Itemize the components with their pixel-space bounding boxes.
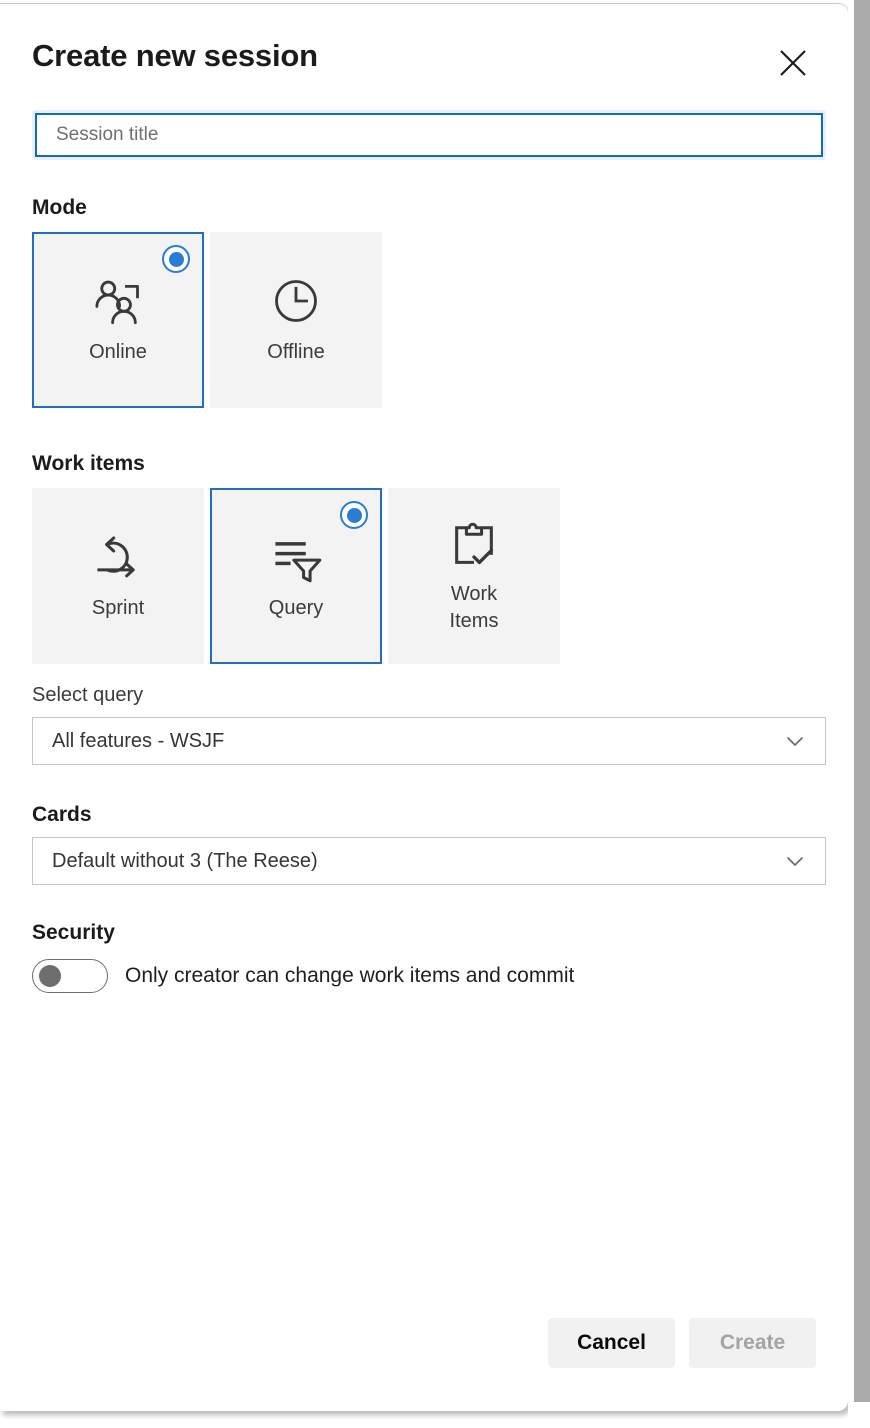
radio-selected-icon xyxy=(162,245,190,273)
cards-section: Cards Default without 3 (The Reese) xyxy=(32,803,826,885)
select-query-dropdown[interactable]: All features - WSJF xyxy=(32,717,826,765)
people-group-icon xyxy=(91,274,145,328)
security-toggle[interactable] xyxy=(32,959,108,993)
security-heading: Security xyxy=(32,921,115,944)
sprint-loop-icon xyxy=(91,531,145,585)
session-title-input[interactable] xyxy=(35,113,823,157)
filter-lines-icon xyxy=(269,531,323,585)
cards-value: Default without 3 (The Reese) xyxy=(52,849,318,872)
work-items-section: Work items Sprint Query Work Items Selec… xyxy=(32,452,826,765)
close-icon xyxy=(778,48,808,78)
mode-option-online[interactable]: Online xyxy=(32,232,204,408)
session-title-field-wrap xyxy=(32,110,826,160)
create-button[interactable]: Create xyxy=(689,1318,816,1368)
security-section: Security Only creator can change work it… xyxy=(32,921,816,993)
close-button[interactable] xyxy=(770,40,816,86)
create-session-dialog: Create new session Mode xyxy=(0,3,848,1411)
security-toggle-label: Only creator can change work items and c… xyxy=(125,964,575,987)
clock-icon xyxy=(269,274,323,328)
clipboard-check-icon xyxy=(447,517,501,571)
work-items-option-label: Sprint xyxy=(91,596,145,619)
dialog-header: Create new session xyxy=(32,4,816,108)
work-items-options: Sprint Query Work Items xyxy=(32,488,816,664)
cards-heading: Cards xyxy=(32,803,92,826)
security-toggle-row: Only creator can change work items and c… xyxy=(32,959,816,993)
work-items-option-label: Query xyxy=(268,596,324,619)
scrollbar-track[interactable] xyxy=(848,0,870,1428)
mode-heading: Mode xyxy=(32,196,87,219)
cards-dropdown[interactable]: Default without 3 (The Reese) xyxy=(32,837,826,885)
screen-root: Create new session Mode xyxy=(0,0,870,1428)
mode-options: Online Offline xyxy=(32,232,816,408)
cancel-button[interactable]: Cancel xyxy=(548,1318,675,1368)
work-items-option-query[interactable]: Query xyxy=(210,488,382,664)
page-title: Create new session xyxy=(32,38,318,73)
work-items-option-label: Work Items xyxy=(449,583,499,632)
chevron-down-icon xyxy=(783,729,807,753)
toggle-thumb xyxy=(39,965,61,987)
mode-option-offline[interactable]: Offline xyxy=(210,232,382,408)
work-items-option-work-items[interactable]: Work Items xyxy=(388,488,560,664)
mode-option-label: Online xyxy=(89,341,147,363)
dialog-footer: Cancel Create xyxy=(548,1318,816,1368)
chevron-down-icon xyxy=(783,849,807,873)
scrollbar-thumb[interactable] xyxy=(854,0,870,1402)
radio-selected-icon xyxy=(340,501,368,529)
select-query-value: All features - WSJF xyxy=(52,729,225,752)
mode-option-label: Offline xyxy=(267,341,325,363)
work-items-option-sprint[interactable]: Sprint xyxy=(32,488,204,664)
work-items-heading: Work items xyxy=(32,452,145,475)
select-query-label: Select query xyxy=(32,684,144,706)
mode-section: Mode Online Offline xyxy=(32,196,816,408)
